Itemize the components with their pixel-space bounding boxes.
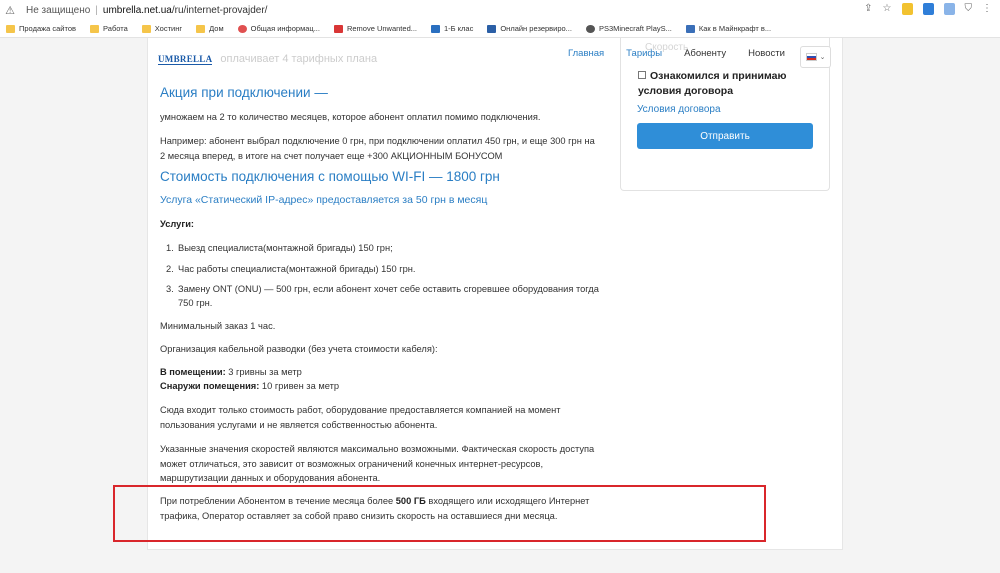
services-label: Услуги: (160, 219, 195, 229)
terms-link[interactable]: Условия договора (637, 104, 721, 115)
site-logo[interactable]: UMBRELLA оплачивает 4 тарифных плана (158, 48, 377, 70)
promo-example-line2: 2 месяца вперед, в итоге на счет получае… (160, 151, 503, 161)
site-icon (487, 24, 497, 33)
bookmark-item[interactable]: Дом (196, 24, 224, 33)
promo-paragraph: умножаем на 2 то количество месяцев, кот… (160, 112, 541, 122)
note1-line2: пользования услугами и не является собст… (160, 420, 438, 430)
menu-icon[interactable]: ⋮ (982, 3, 992, 15)
url-host[interactable]: umbrella.net.ua (103, 5, 172, 16)
folder-icon (90, 24, 100, 33)
flag-icon (805, 53, 817, 61)
chevron-down-icon: ⌄ (819, 54, 826, 61)
bookmark-item[interactable]: Онлайн резервиро... (487, 24, 572, 33)
ip-service: Услуга «Статический IP-адрес» предоставл… (160, 194, 488, 206)
list-item: 3. Замену ONT (ONU) — 500 грн, если абоне… (166, 284, 599, 308)
submit-button[interactable]: Отправить (637, 123, 813, 149)
note1-line1: Сюда входит только стоимость работ, обор… (160, 405, 561, 415)
url-path[interactable]: /ru/internet-provajder/ (172, 5, 268, 16)
bookmarks-bar: Продажа сайтов Работа Хостинг Дом Общая … (0, 20, 1000, 38)
header-faded-text: оплачивает 4 тарифных плана (220, 53, 378, 65)
browser-actions: ⇪ ☆ ⛉ ⋮ (864, 3, 992, 15)
site-icon (333, 24, 343, 33)
list-item: 1. Выезд специалиста(монтажной бригады) 1… (166, 243, 393, 253)
list-item: 2. Час работы специалиста(монтажной брига… (166, 264, 416, 274)
folder-icon (196, 24, 206, 33)
site-icon (431, 24, 440, 33)
note2-line3: маршрутизации данных и оборудования абон… (160, 473, 381, 483)
warning-icon: ⚠ (5, 4, 15, 17)
nav-home[interactable]: Главная (568, 48, 604, 59)
nav-tariffs[interactable]: Тарифы (626, 48, 662, 59)
checkbox-icon[interactable] (638, 71, 646, 79)
note2-line2: может отличаться, это зависит от возможн… (160, 459, 544, 469)
page-viewport: Скорость Ознакомился и принимаю условия … (0, 38, 1000, 573)
extension-icon[interactable] (922, 3, 934, 15)
bookmark-item[interactable]: Как в Майнкрафт в... (685, 24, 771, 33)
share-icon[interactable]: ⇪ (864, 3, 872, 15)
separator: | (95, 4, 98, 16)
bookmark-item[interactable]: Работа (90, 24, 128, 33)
site-icon (237, 24, 247, 33)
agree-checkbox[interactable]: Ознакомился и принимаю условия договора (638, 69, 818, 99)
note2-line1: Указанные значения скоростей являются ма… (160, 444, 595, 454)
min-order: Минимальный заказ 1 час. (160, 321, 276, 331)
wifi-title: Стоимость подключения с помощью WI-FI — … (160, 169, 500, 184)
star-icon[interactable]: ☆ (883, 3, 892, 15)
bookmark-item[interactable]: PS3Minecraft PlayS... (585, 24, 672, 33)
bookmark-item[interactable]: Продажа сайтов (6, 24, 76, 33)
nav-news[interactable]: Новости (748, 48, 785, 59)
extension-icon[interactable] (943, 3, 955, 15)
promo-example-line1: Например: абонент выбрал подключение 0 г… (160, 136, 595, 146)
site-icon (585, 24, 595, 33)
bookmark-item[interactable]: Remove Unwanted... (333, 24, 417, 33)
logo-text: UMBRELLA (158, 53, 213, 65)
bookmark-item[interactable]: Общая информац... (237, 24, 320, 33)
security-label: Не защищено (26, 4, 91, 16)
folder-icon (6, 24, 15, 33)
highlight-box (113, 485, 766, 542)
main-nav: Главная Тарифы Абоненту Новости (568, 48, 807, 59)
site-icon (685, 24, 695, 33)
address-bar[interactable]: ⚠ Не защищено | umbrella.net.ua/ru/inter… (0, 0, 1000, 20)
extension-icon[interactable] (901, 3, 913, 15)
bookmark-item[interactable]: 1-Б клас (431, 24, 473, 33)
bookmark-item[interactable]: Хостинг (141, 24, 182, 33)
language-selector[interactable]: ⌄ (800, 46, 831, 68)
indoor-price: В помещении: 3 гривны за метр (160, 367, 302, 377)
folder-icon (141, 24, 151, 33)
cabling-text: Организация кабельной разводки (без учет… (160, 344, 438, 354)
outdoor-price: Снаружи помещения: 10 гривен за метр (160, 381, 340, 391)
shield-icon[interactable]: ⛉ (965, 3, 973, 15)
nav-subscriber[interactable]: Абоненту (684, 48, 726, 59)
promo-title: Акция при подключении — (160, 85, 328, 100)
